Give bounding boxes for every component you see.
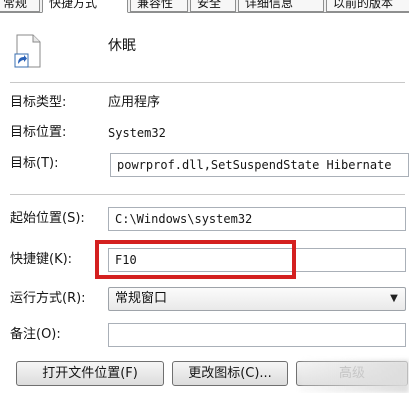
target-input[interactable]: powrprof.dll,SetSuspendState Hibernate xyxy=(110,153,409,177)
watermark-blur xyxy=(300,360,409,393)
separator xyxy=(10,82,405,83)
separator xyxy=(10,194,405,195)
change-icon-button[interactable]: 更改图标(C)... xyxy=(172,361,288,386)
comment-label: 备注(O): xyxy=(10,327,61,342)
comment-input[interactable] xyxy=(108,323,406,347)
target-location-label: 目标位置: xyxy=(10,125,67,140)
tab-label: 以前的版本 xyxy=(333,0,394,10)
hotkey-label: 快捷键(K): xyxy=(10,252,73,267)
shortcut-file-icon xyxy=(14,34,42,68)
tab-details[interactable]: 详细信息 xyxy=(238,0,324,12)
tab-label: 快捷方式 xyxy=(49,0,98,10)
tab-label: 安全 xyxy=(197,0,222,10)
start-in-input[interactable]: C:\Windows\system32 xyxy=(108,207,406,231)
run-select[interactable]: 常规窗口 ▼ xyxy=(108,287,406,311)
tab-security[interactable]: 安全 xyxy=(190,0,236,12)
tab-bar: 常规 快捷方式 兼容性 安全 详细信息 以前的版本 xyxy=(0,0,409,13)
open-file-location-button[interactable]: 打开文件位置(F) xyxy=(16,361,164,386)
target-location-value: System32 xyxy=(108,126,166,140)
target-type-label: 目标类型: xyxy=(10,95,67,110)
tab-compatibility[interactable]: 兼容性 xyxy=(130,0,188,12)
chevron-down-icon[interactable]: ▼ xyxy=(387,288,401,310)
tab-previous-versions[interactable]: 以前的版本 xyxy=(326,0,409,12)
run-label: 运行方式(R): xyxy=(10,291,86,306)
hotkey-highlight-box xyxy=(95,240,296,279)
tab-label: 详细信息 xyxy=(245,0,294,10)
tab-label: 常规 xyxy=(3,0,28,10)
start-in-label: 起始位置(S): xyxy=(10,211,85,226)
run-select-value: 常规窗口 xyxy=(115,291,168,306)
shortcut-name: 休眠 xyxy=(108,38,136,54)
target-type-value: 应用程序 xyxy=(108,95,161,110)
target-label: 目标(T): xyxy=(10,156,59,171)
tab-general[interactable]: 常规 xyxy=(0,0,40,12)
tab-shortcut[interactable]: 快捷方式 xyxy=(42,0,128,13)
tab-label: 兼容性 xyxy=(137,0,174,10)
